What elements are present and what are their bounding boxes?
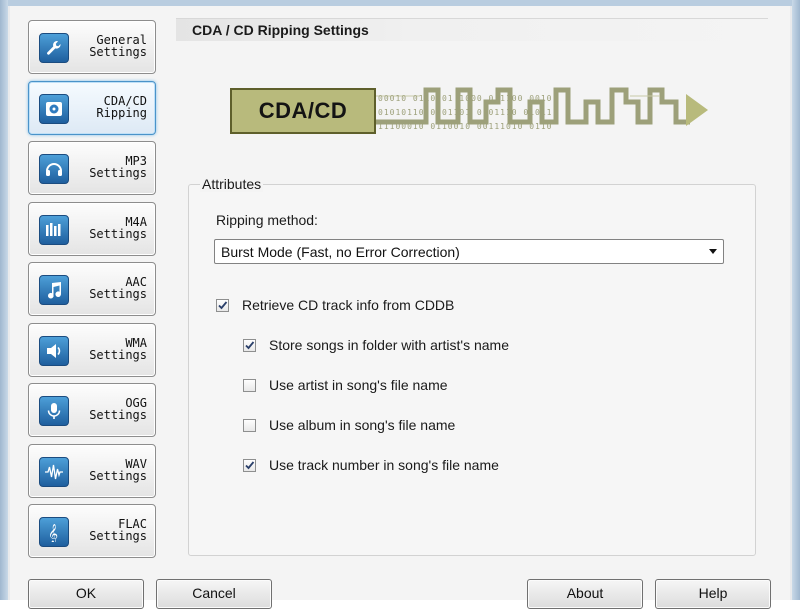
banner-label-box: CDA/CD	[230, 88, 376, 134]
section-header: CDA / CD Ripping Settings	[176, 18, 768, 41]
ripping-method-label: Ripping method:	[216, 212, 318, 228]
sidebar-label-line2: Settings	[89, 408, 147, 422]
wrench-icon	[39, 33, 69, 63]
sidebar-item-label: FLAC Settings	[77, 518, 147, 542]
window-left-border	[0, 0, 8, 600]
window-right-border	[792, 0, 800, 600]
ripping-method-value: Burst Mode (Fast, no Error Correction)	[221, 244, 460, 260]
checkmark-icon	[245, 461, 255, 470]
track-number-in-filename-checkbox[interactable]	[243, 459, 256, 472]
sidebar-item-label: M4A Settings	[77, 216, 147, 240]
sidebar-label-line2: Settings	[89, 166, 147, 180]
cda-cd-banner: CDA/CD 00010 0110 01 1000 0 1100 0010 01…	[230, 84, 710, 140]
sidebar-item-label: WMA Settings	[77, 337, 147, 361]
checkmark-icon	[218, 301, 228, 310]
dropdown-arrow-icon[interactable]	[709, 249, 717, 254]
ok-button-label: OK	[75, 585, 97, 601]
sidebar-item-ogg-settings[interactable]: OGG Settings	[28, 383, 156, 437]
checkbox-label: Use track number in song's file name	[269, 457, 499, 473]
attributes-legend: Attributes	[200, 176, 264, 192]
waveform-icon	[39, 457, 69, 487]
store-in-artist-folder-checkbox[interactable]	[243, 339, 256, 352]
checkbox-label: Use artist in song's file name	[269, 377, 448, 393]
sidebar-item-aac-settings[interactable]: AAC Settings	[28, 262, 156, 316]
about-button-label: About	[566, 585, 604, 601]
sidebar-item-label: OGG Settings	[77, 397, 147, 421]
sidebar-item-mp3-settings[interactable]: MP3 Settings	[28, 141, 156, 195]
sidebar-item-wav-settings[interactable]: WAV Settings	[28, 444, 156, 498]
artist-in-filename-checkbox[interactable]	[243, 379, 256, 392]
checkmark-icon	[245, 341, 255, 350]
sidebar-label-line2: Settings	[89, 227, 147, 241]
help-button[interactable]: Help	[655, 579, 771, 609]
sidebar-item-label: WAV Settings	[77, 458, 147, 482]
sidebar-item-label: CDA/CD Ripping	[77, 95, 147, 119]
sidebar-item-label: AAC Settings	[77, 276, 147, 300]
about-button[interactable]: About	[527, 579, 643, 609]
headphones-icon	[39, 154, 69, 184]
sidebar-item-cda-cd-ripping[interactable]: CDA/CD Ripping	[28, 81, 156, 135]
sidebar-label-line2: Ripping	[96, 106, 147, 120]
cancel-button-label: Cancel	[192, 585, 236, 601]
sidebar-item-general-settings[interactable]: General Settings	[28, 20, 156, 74]
speaker-icon	[39, 336, 69, 366]
sidebar-label-line2: Settings	[89, 45, 147, 59]
checkbox-label: Store songs in folder with artist's name	[269, 337, 510, 353]
svg-text:𝄞: 𝄞	[48, 524, 58, 542]
banner-label: CDA/CD	[258, 98, 348, 123]
sidebar-label-line2: Settings	[89, 469, 147, 483]
sidebar-item-flac-settings[interactable]: 𝄞 FLAC Settings	[28, 504, 156, 558]
cd-drive-icon	[39, 94, 69, 124]
banner-bits-top: 00010 0110 01 1000 0 1100 0010	[378, 94, 553, 103]
banner-bits-middle: 01010110 0101101 0101110 01011	[378, 108, 553, 117]
sidebar-item-m4a-settings[interactable]: M4A Settings	[28, 202, 156, 256]
treble-clef-icon: 𝄞	[39, 517, 69, 547]
sidebar-item-label: General Settings	[77, 34, 147, 58]
microphone-icon	[39, 396, 69, 426]
music-note-icon	[39, 275, 69, 305]
section-title: CDA / CD Ripping Settings	[192, 22, 369, 38]
sidebar-item-wma-settings[interactable]: WMA Settings	[28, 323, 156, 377]
ripping-method-select[interactable]: Burst Mode (Fast, no Error Correction)	[214, 239, 724, 264]
checkbox-label: Retrieve CD track info from CDDB	[242, 297, 455, 313]
equalizer-icon	[39, 215, 69, 245]
banner-bits-bottom: 11100010 0110010 00111010 0110	[378, 122, 553, 131]
help-button-label: Help	[698, 585, 728, 601]
checkbox-label: Use album in song's file name	[269, 417, 456, 433]
album-in-filename-checkbox[interactable]	[243, 419, 256, 432]
sidebar-label-line2: Settings	[89, 348, 147, 362]
sidebar-label-line2: Settings	[89, 529, 147, 543]
retrieve-cddb-checkbox[interactable]	[216, 299, 229, 312]
sidebar-label-line2: Settings	[89, 287, 147, 301]
sidebar-item-label: MP3 Settings	[77, 155, 147, 179]
ok-button[interactable]: OK	[28, 579, 144, 609]
cancel-button[interactable]: Cancel	[156, 579, 272, 609]
